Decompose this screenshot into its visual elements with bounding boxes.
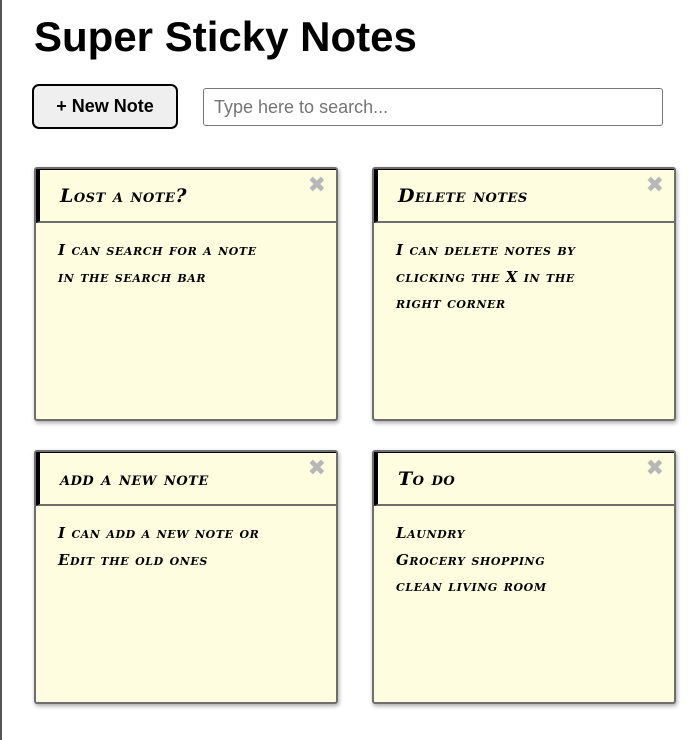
note-title[interactable]: Delete notes [398, 182, 528, 210]
note-body[interactable]: I can search for a note in the search ba… [58, 237, 324, 290]
plus-icon: + [56, 96, 67, 116]
close-icon[interactable]: ✖ [642, 455, 668, 483]
note-card: Delete notes ✖ I can delete notes by cli… [372, 167, 676, 421]
close-icon[interactable]: ✖ [642, 172, 668, 200]
note-card: Lost a note? ✖ I can search for a note i… [34, 167, 338, 421]
note-card: To do ✖ Laundry Grocery shopping clean l… [372, 450, 676, 704]
note-header: Lost a note? ✖ [36, 169, 336, 223]
note-title[interactable]: add a new note [60, 465, 209, 493]
note-title[interactable]: Lost a note? [60, 182, 187, 210]
close-icon[interactable]: ✖ [304, 455, 330, 483]
search-input[interactable] [203, 88, 663, 126]
note-card: add a new note ✖ I can add a new note or… [34, 450, 338, 704]
note-header: add a new note ✖ [36, 452, 336, 506]
note-header: To do ✖ [374, 452, 674, 506]
note-header: Delete notes ✖ [374, 169, 674, 223]
note-title[interactable]: To do [398, 465, 455, 493]
close-icon[interactable]: ✖ [304, 172, 330, 200]
new-note-button-label: New Note [71, 96, 154, 116]
note-body[interactable]: I can delete notes by clicking the X in … [396, 237, 662, 317]
note-body[interactable]: Laundry Grocery shopping clean living ro… [396, 520, 662, 600]
page-title: Super Sticky Notes [34, 13, 417, 60]
note-body[interactable]: I can add a new note or Edit the old one… [58, 520, 324, 573]
new-note-button[interactable]: + New Note [32, 84, 178, 129]
